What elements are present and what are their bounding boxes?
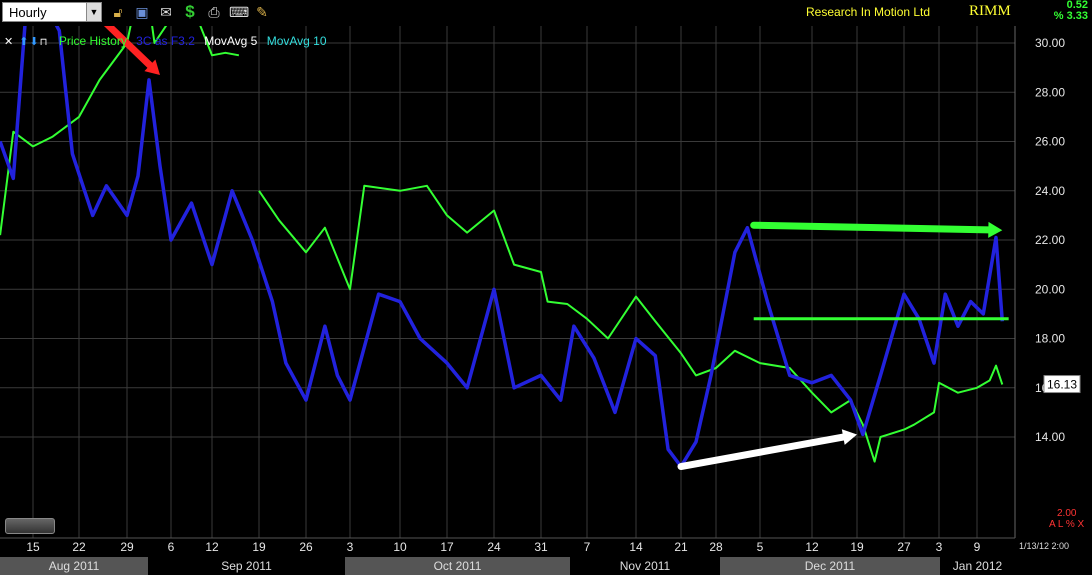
x-tick-label: 12 [805, 540, 819, 554]
close-icon[interactable]: ✕ [4, 36, 13, 48]
legend-item-movavg-10[interactable]: MovAvg 10 [267, 34, 327, 48]
y-tick-label: 20.00 [1035, 282, 1065, 296]
volume-scale-label: 2.00 [1057, 508, 1077, 519]
y-tick-label: 28.00 [1035, 85, 1065, 99]
x-tick-label: 28 [709, 540, 723, 554]
scroll-handle[interactable] [5, 518, 55, 534]
x-tick-label: 17 [440, 540, 454, 554]
pencil-icon[interactable]: ✎ [253, 3, 271, 21]
month-label: Aug 2011 [0, 557, 148, 575]
company-name: Research In Motion Ltd [806, 5, 931, 19]
x-tick-label: 6 [168, 540, 175, 554]
x-tick-label: 19 [252, 540, 266, 554]
interval-select[interactable]: Hourly ▼ [2, 2, 102, 22]
legend-item-3c[interactable]: 3C as F3.2 [136, 34, 195, 48]
y-tick-label: 30.00 [1035, 36, 1065, 50]
pin-icon[interactable]: ⊓ [40, 37, 48, 48]
x-tick-label: 14 [629, 540, 643, 554]
interval-value: Hourly [9, 5, 47, 20]
x-tick-label: 3 [347, 540, 354, 554]
chevron-down-icon[interactable]: ▼ [86, 3, 101, 21]
x-tick-label: 15 [26, 540, 40, 554]
scale-tools[interactable]: A L % X [1049, 519, 1084, 530]
x-tick-label: 22 [72, 540, 86, 554]
toolbar: Hourly ▼ 🔓︎ ▣ ✉ $ ⎙ ⌨ ✎ Research In Moti… [0, 0, 1092, 26]
x-tick-label: 19 [850, 540, 864, 554]
annotation-arrow [750, 221, 992, 234]
x-tick-label: 29 [120, 540, 134, 554]
legend-item-movavg-5[interactable]: MovAvg 5 [204, 34, 257, 48]
month-label: Oct 2011 [345, 557, 570, 575]
dollar-icon[interactable]: $ [181, 3, 199, 21]
save-icon[interactable]: ▣ [133, 3, 151, 21]
month-label: Dec 2011 [720, 557, 940, 575]
month-label: Nov 2011 [570, 557, 720, 575]
last-price-label: 16.13 [1047, 378, 1077, 392]
print-icon[interactable]: ⎙ [205, 3, 223, 21]
legend-item-price-history[interactable]: Price History [59, 34, 127, 48]
y-tick-label: 22.00 [1035, 233, 1065, 247]
y-tick-label: 26.00 [1035, 135, 1065, 149]
lock-icon[interactable]: 🔓︎ [109, 3, 127, 21]
month-label: Jan 2012 [940, 557, 1015, 575]
current-date: 1/13/12 2:00 [1019, 541, 1070, 551]
price-chart[interactable]: 14.0016.0018.0020.0022.0024.0026.0028.00… [0, 26, 1092, 575]
x-tick-label: 3 [936, 540, 943, 554]
arrow-down-icon[interactable]: ⬇ [29, 36, 38, 48]
y-tick-label: 24.00 [1035, 184, 1065, 198]
x-tick-label: 31 [534, 540, 548, 554]
x-tick-label: 24 [487, 540, 501, 554]
y-tick-label: 14.00 [1035, 430, 1065, 444]
mail-icon[interactable]: ✉ [157, 3, 175, 21]
x-tick-label: 27 [897, 540, 911, 554]
x-tick-label: 12 [205, 540, 219, 554]
x-tick-label: 26 [299, 540, 313, 554]
month-axis: Aug 2011 Sep 2011 Oct 2011 Nov 2011 Dec 2011… [0, 557, 1015, 575]
x-tick-label: 7 [584, 540, 591, 554]
x-tick-label: 5 [757, 540, 764, 554]
month-label: Sep 2011 [148, 557, 345, 575]
y-tick-label: 18.00 [1035, 332, 1065, 346]
chart-legend: ✕ ⬆⬇⊓ Price History 3C as F3.2 MovAvg 5 M… [4, 34, 333, 48]
x-tick-label: 9 [974, 540, 981, 554]
x-tick-label: 10 [393, 540, 407, 554]
x-tick-label: 21 [674, 540, 688, 554]
arrow-up-icon[interactable]: ⬆ [19, 36, 28, 48]
ticker-symbol: RIMM [969, 3, 1011, 19]
price-change-percent: % 3.33 [1053, 10, 1088, 22]
keyboard-icon[interactable]: ⌨ [229, 3, 249, 21]
